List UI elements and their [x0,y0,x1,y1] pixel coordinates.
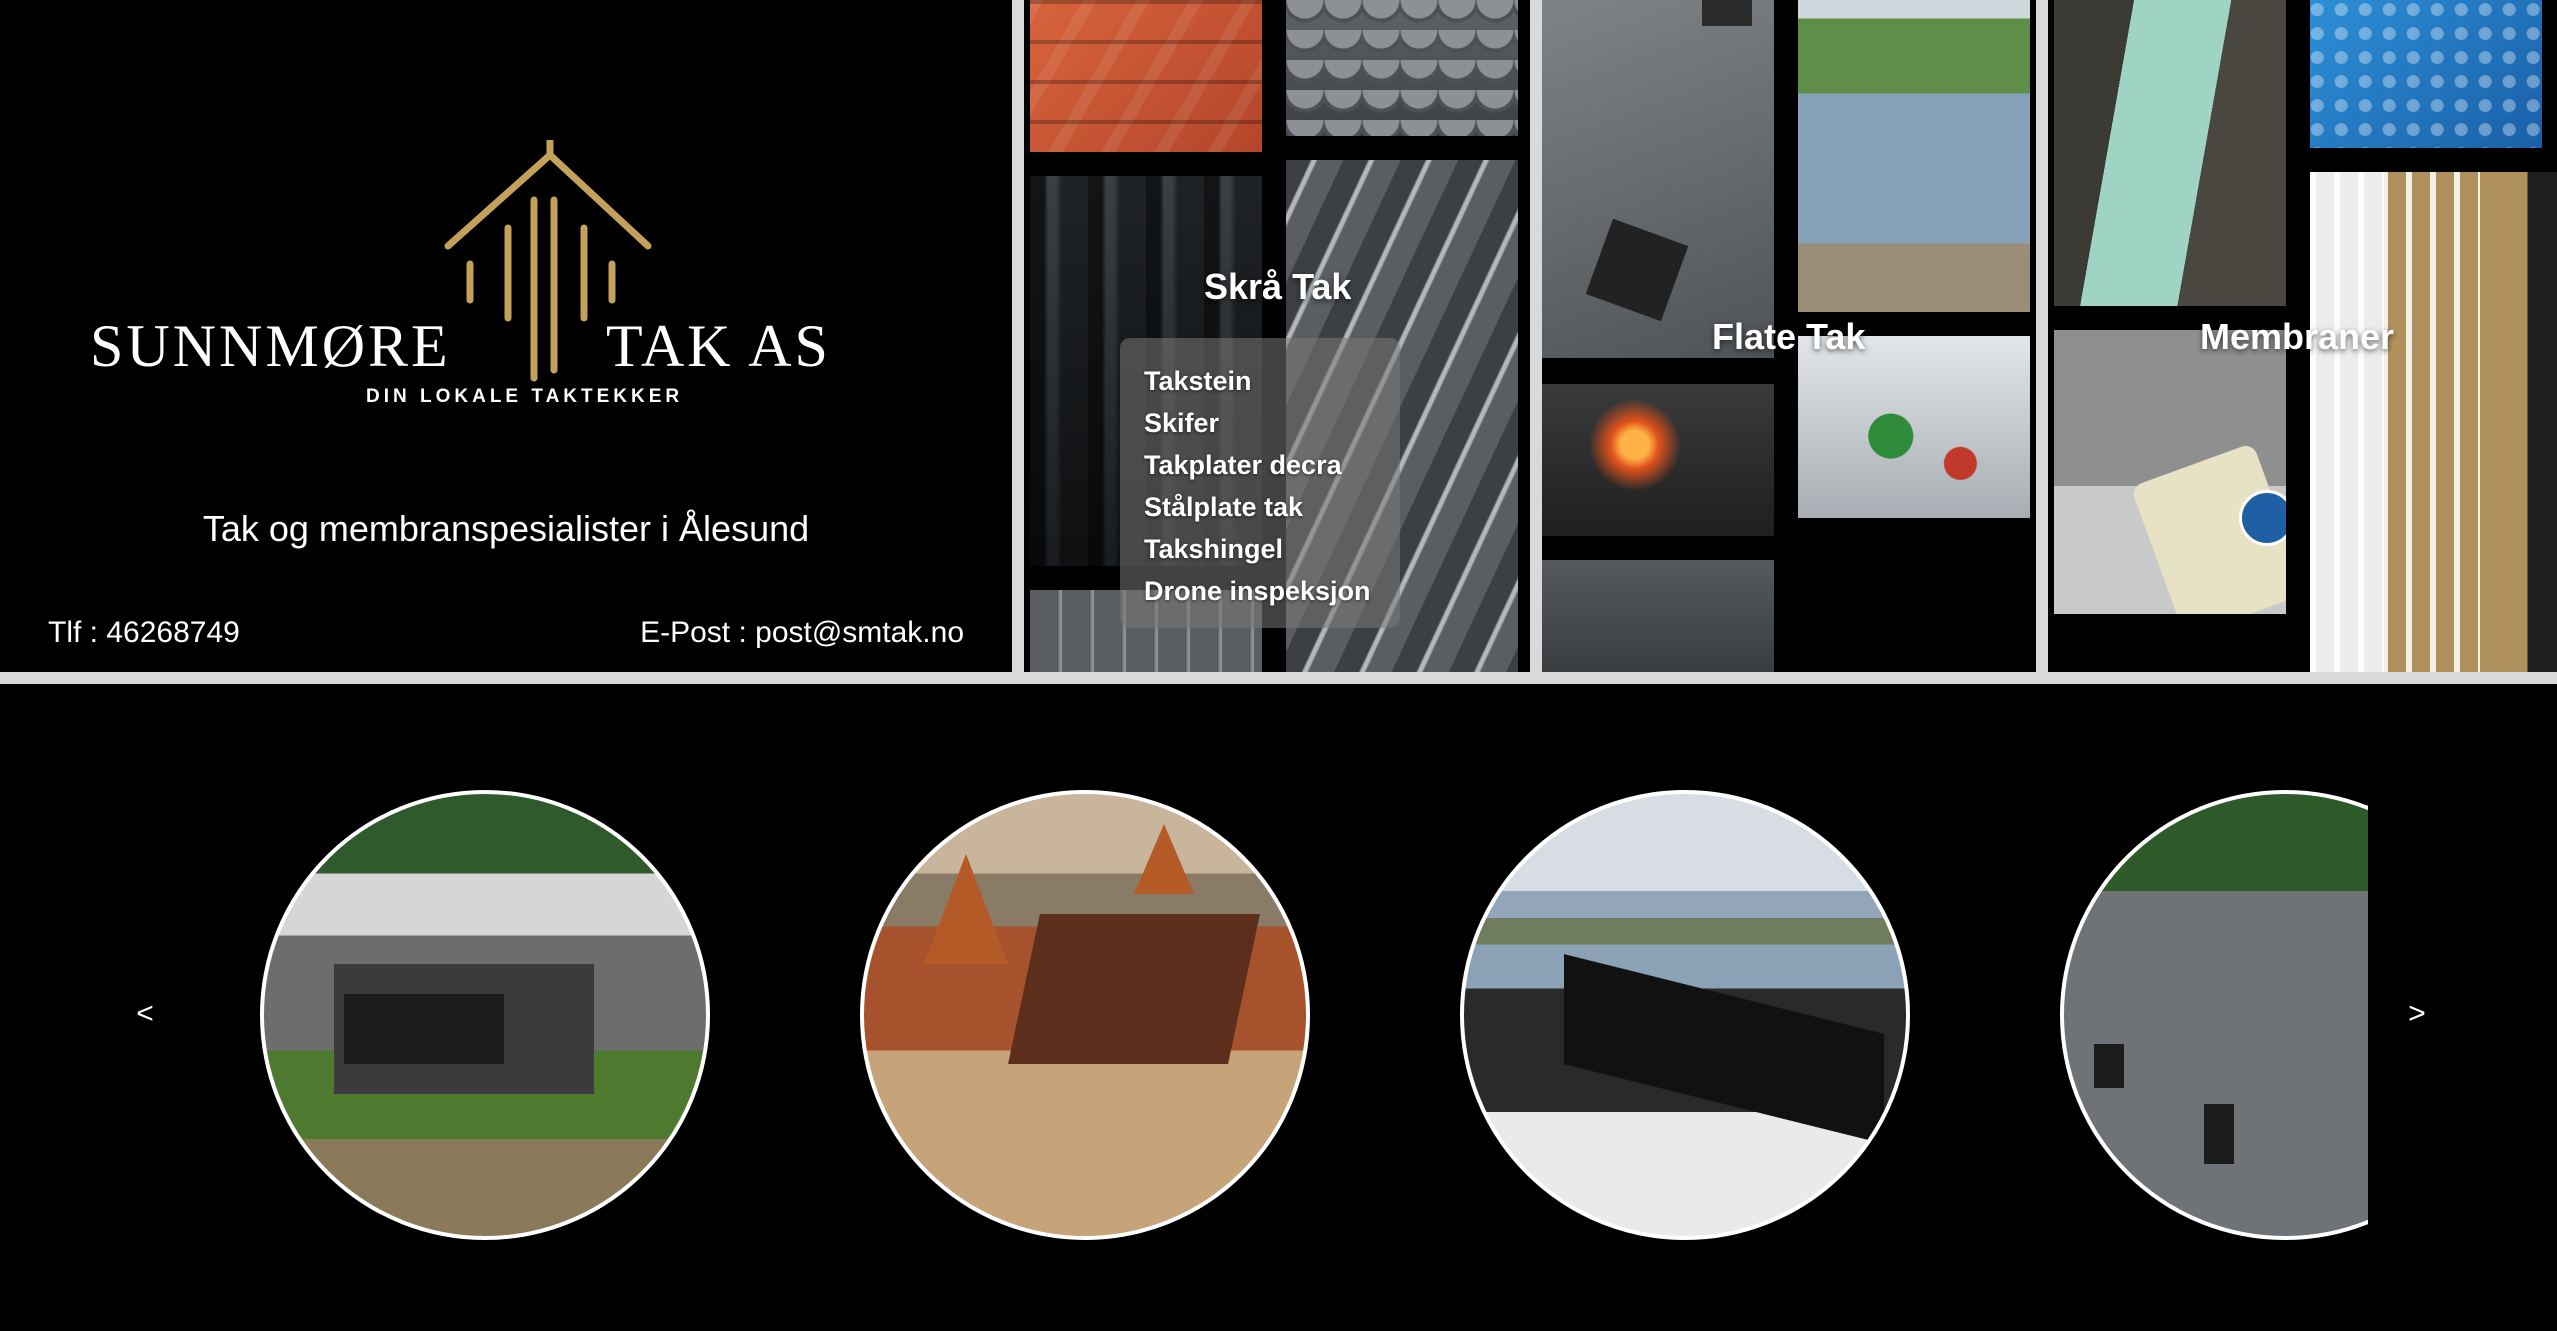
list-item[interactable]: Skifer [1144,402,1371,444]
photo-bathroom-membrane [2054,330,2286,614]
photo-balcony-membrane [2310,172,2557,672]
photo-green-membrane-channel [2054,0,2286,306]
tagline: DIN LOKALE TAKTEKKER [366,386,684,407]
slogan: Tak og membranspesialister i Ålesund [202,508,810,549]
panel-separator [1012,0,1024,672]
photo-torch-welding [1542,384,1774,536]
panel-separator [2036,0,2048,672]
photo-hot-air-welder [1798,336,2030,518]
list-item[interactable]: Takshingel [1144,528,1371,570]
phone-number[interactable]: Tlf : 46268749 [48,616,240,650]
list-item[interactable]: Takstein [1144,360,1371,402]
list-item[interactable]: Stålplate tak [1144,486,1371,528]
photo-pool-membrane [2310,0,2542,148]
list-item[interactable]: Drone inspeksjon [1144,570,1371,612]
section-divider [0,672,2557,684]
project-image-black-roof-house[interactable] [1460,790,1910,1240]
project-image-flat-roof-house[interactable] [260,790,710,1240]
company-name-left: SUNNMØRE [90,313,451,379]
carousel-next-button[interactable]: > [2397,994,2437,1034]
email-address[interactable]: E-Post : post@smtak.no [640,616,964,650]
hero-section: SUNNMØRE TAK AS DIN LOKALE TAKTEKKER Tak… [0,0,2557,672]
photo-red-roof-tiles [1030,0,1262,152]
project-carousel: < > [0,684,2557,1331]
company-name-right: TAK AS [606,313,831,379]
category-title-membraner[interactable]: Membraner [2200,316,2394,358]
photo-flat-roof-building [1798,0,2030,312]
project-image-castle-hotel[interactable] [860,790,1310,1240]
photo-slate-shingles [1286,0,1518,136]
photo-roof-torch [1542,560,1774,672]
photo-flat-roof-membrane [1542,0,1774,358]
brand-panel: SUNNMØRE TAK AS DIN LOKALE TAKTEKKER Tak… [0,0,1012,672]
category-title-skra-tak[interactable]: Skrå Tak [1204,266,1351,308]
carousel-prev-button[interactable]: < [125,994,165,1034]
panel-separator [1530,0,1542,672]
category-title-flate-tak[interactable]: Flate Tak [1712,316,1865,358]
skra-tak-service-list: Takstein Skifer Takplater decra Stålplat… [1144,360,1371,612]
list-item[interactable]: Takplater decra [1144,444,1371,486]
